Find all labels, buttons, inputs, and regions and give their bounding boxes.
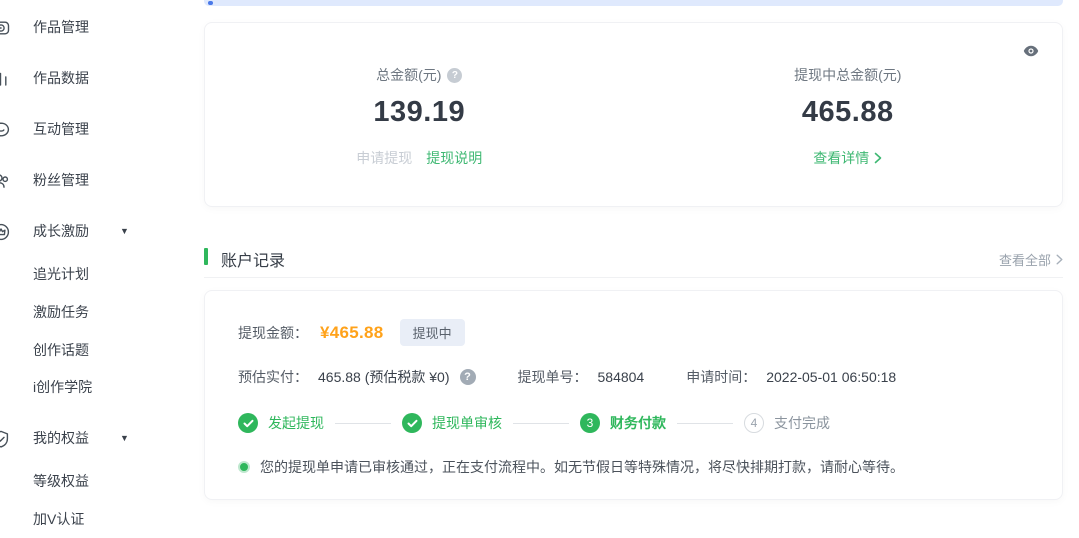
total-amount-value: 139.19 [373, 96, 466, 128]
sidebar-item-incentive-tasks[interactable]: 激励任务 [0, 302, 180, 322]
check-icon [402, 413, 422, 433]
status-message: 您的提现单申请已审核通过，正在支付流程中。如无节假日等特殊情况，将尽快排期打款，… [260, 459, 904, 475]
withdrawing-amount-label: 提现中总金额(元) [794, 67, 902, 83]
step-connector [335, 422, 391, 424]
sidebar-item-label: 追光计划 [33, 266, 89, 282]
sidebar-item-icreation-academy[interactable]: i创作学院 [0, 377, 180, 397]
eye-icon[interactable] [1023, 45, 1039, 57]
check-icon [238, 413, 258, 433]
view-details-link[interactable]: 查看详情 [813, 148, 882, 168]
sidebar-nav: 作品管理作品数据互动管理粉丝管理成长激励追光计划激励任务创作话题 i创作学院我的权… [0, 0, 186, 538]
withdraw-amount-label: 提现金额： [238, 324, 308, 341]
sidebar-item-label: 我的权益 [33, 430, 89, 446]
help-icon[interactable] [447, 67, 463, 83]
view-all-label: 查看全部 [998, 253, 1051, 268]
sidebar-item-label: 互动管理 [33, 121, 89, 137]
medal-crown-icon [0, 222, 11, 242]
sidebar-item-label: 作品管理 [33, 19, 89, 35]
section-marker [204, 248, 208, 265]
view-details-label: 查看详情 [813, 150, 870, 166]
apply-time-label: 申请时间： [686, 369, 757, 385]
sidebar-item-creation-topics[interactable]: 创作话题 [0, 340, 180, 360]
sidebar-item-label: 作品数据 [33, 70, 89, 86]
estimated-payment-label: 预估实付： [238, 369, 308, 385]
record-detail-row: 预估实付： 465.88 (预估税款 ¥0) 提现单号： 584804 申请时间… [238, 367, 1029, 387]
record-amount-row: 提现金额： ¥465.88 提现中 [238, 319, 1029, 346]
notice-banner-icon [208, 1, 213, 5]
estimated-payment-group: 预估实付： 465.88 (预估税款 ¥0) [238, 367, 476, 387]
step-3: 3 财务付款 [580, 413, 666, 433]
notice-banner [204, 0, 1063, 6]
sidebar-item-works-management[interactable]: 作品管理 [0, 17, 180, 37]
play-square-icon [0, 18, 11, 38]
step-connector [677, 422, 733, 424]
step-label: 发起提现 [268, 415, 324, 431]
estimated-payment-value: 465.88 (预估税款 ¥0) [318, 369, 450, 385]
chevron-down-icon[interactable] [120, 428, 129, 448]
withdrawal-record-card: 提现金额： ¥465.88 提现中 预估实付： 465.88 (预估税款 ¥0)… [204, 290, 1063, 500]
bar-chart-icon [0, 69, 11, 89]
withdrawing-amount-value: 465.88 [801, 96, 894, 128]
account-records-title: 账户记录 [221, 253, 286, 270]
status-message-row: 您的提现单申请已审核通过，正在支付流程中。如无节假日等特殊情况，将尽快排期打款，… [238, 457, 1029, 477]
view-all-link[interactable]: 查看全部 [999, 250, 1063, 269]
status-dot-icon [238, 461, 250, 473]
sidebar-item-label: 等级权益 [33, 473, 89, 489]
step-number: 3 [580, 413, 600, 433]
section-divider [204, 277, 1063, 278]
apply-time-value: 2022-05-01 06:50:18 [766, 369, 897, 385]
sidebar-item-label: 粉丝管理 [33, 172, 89, 188]
order-number-label: 提现单号： [517, 369, 588, 385]
withdrawing-amount-block: 提现中总金额(元) 465.88 查看详情 [634, 23, 1063, 206]
sidebar-item-light-chasing-plan[interactable]: 追光计划 [0, 264, 180, 284]
sidebar-item-growth-incentive[interactable]: 成长激励 [0, 221, 180, 241]
sidebar-item-label: 成长激励 [33, 223, 89, 239]
status-badge: 提现中 [399, 319, 465, 346]
shield-check-icon [0, 429, 11, 449]
step-label: 提现单审核 [432, 415, 502, 431]
withdraw-instructions-link[interactable]: 提现说明 [426, 148, 482, 168]
sidebar-item-label: 激励任务 [33, 304, 89, 320]
sidebar-item-level-benefits[interactable]: 等级权益 [0, 471, 180, 491]
total-amount-label: 总金额(元) [376, 67, 442, 83]
chevron-down-icon[interactable] [120, 221, 129, 241]
sidebar-item-label: 创作话题 [33, 342, 89, 358]
step-connector [513, 422, 569, 424]
sidebar-item-fans-management[interactable]: 粉丝管理 [0, 170, 180, 190]
sidebar-item-label: i创作学院 [33, 379, 93, 395]
withdraw-amount-value: ¥465.88 [320, 322, 384, 342]
users-icon [0, 171, 11, 191]
account-records-header: 账户记录 查看全部 [204, 246, 1063, 270]
sidebar-item-v-verification[interactable]: 加V认证 [0, 509, 180, 529]
apply-time-group: 申请时间： 2022-05-01 06:50:18 [686, 367, 896, 387]
step-1: 发起提现 [238, 413, 324, 433]
sidebar-item-label: 加V认证 [33, 511, 85, 527]
apply-withdraw-button[interactable]: 申请提现 [356, 148, 412, 168]
step-label: 财务付款 [610, 415, 666, 431]
wallet-summary-card: 总金额(元) 139.19 申请提现 提现说明 提现中总金额(元) 465.88… [204, 22, 1063, 207]
sidebar-item-my-benefits[interactable]: 我的权益 [0, 428, 180, 448]
step-2: 提现单审核 [402, 413, 502, 433]
chevron-right-icon [1056, 254, 1063, 265]
help-icon[interactable] [459, 369, 476, 385]
total-amount-block: 总金额(元) 139.19 申请提现 提现说明 [205, 23, 634, 206]
chevron-right-icon [874, 152, 882, 164]
step-label: 支付完成 [774, 415, 830, 431]
progress-steps: 发起提现 提现单审核 3 财务付款 4 支付完成 [238, 413, 1029, 433]
sidebar-item-works-data[interactable]: 作品数据 [0, 68, 180, 88]
chat-smile-icon [0, 120, 11, 140]
step-4: 4 支付完成 [744, 413, 830, 433]
order-number-value: 584804 [597, 369, 645, 385]
sidebar-item-interaction-management[interactable]: 互动管理 [0, 119, 180, 139]
step-number: 4 [744, 413, 764, 433]
order-number-group: 提现单号： 584804 [518, 367, 645, 387]
